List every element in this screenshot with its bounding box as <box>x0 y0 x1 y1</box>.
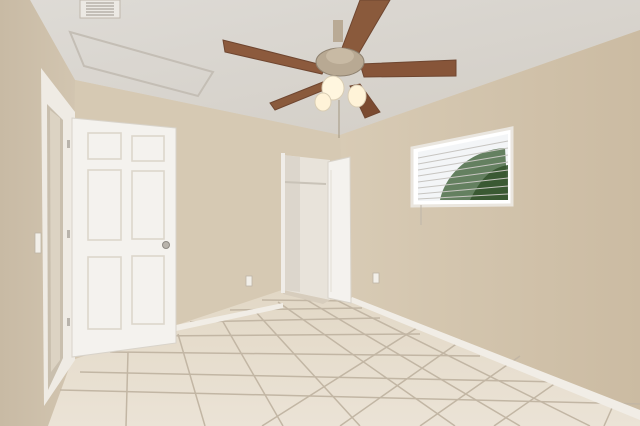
bedroom-photo <box>0 0 640 426</box>
wall-outlet <box>372 272 380 284</box>
wall-outlet <box>245 275 253 287</box>
fan-light <box>314 92 332 112</box>
closet <box>281 153 330 304</box>
closet-door[interactable] <box>327 156 352 304</box>
fan-light <box>347 84 367 108</box>
door-knob <box>162 241 170 249</box>
light-switch <box>34 232 42 254</box>
bedroom-door[interactable] <box>67 117 177 358</box>
